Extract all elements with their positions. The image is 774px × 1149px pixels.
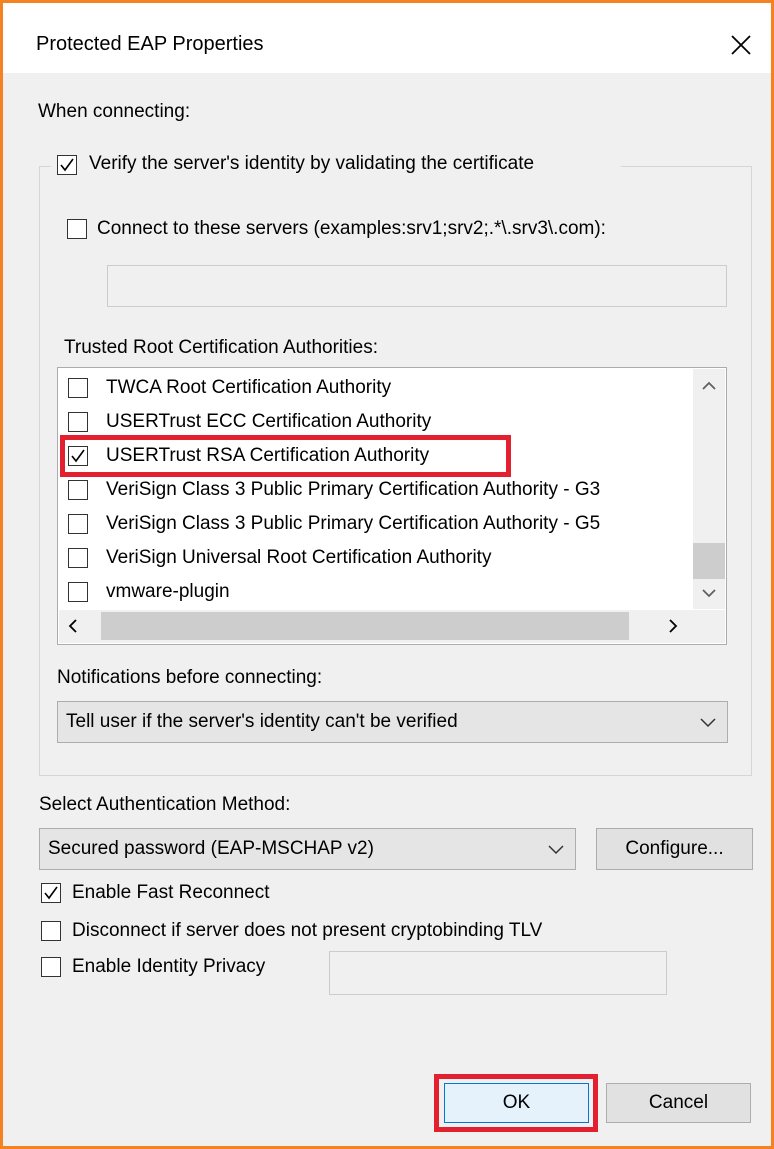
cert-checkbox[interactable]	[68, 514, 88, 534]
trusted-root-label: Trusted Root Certification Authorities:	[64, 337, 378, 358]
notifications-dropdown[interactable]: Tell user if the server's identity can't…	[57, 701, 728, 743]
cert-label: VeriSign Class 3 Public Primary Certific…	[106, 513, 601, 534]
cancel-button[interactable]: Cancel	[606, 1083, 751, 1123]
configure-button[interactable]: Configure...	[596, 828, 753, 870]
disconnect-tlv-checkbox[interactable]	[41, 921, 61, 941]
cert-label: VeriSign Universal Root Certification Au…	[106, 547, 492, 568]
list-item[interactable]: VeriSign Class 3 Public Primary Certific…	[68, 475, 698, 507]
cert-label: VeriSign Class 3 Public Primary Certific…	[106, 479, 601, 500]
notifications-label: Notifications before connecting:	[57, 667, 323, 688]
verify-server-label: Verify the server's identity by validati…	[89, 153, 535, 174]
cert-checkbox[interactable]	[68, 480, 88, 500]
close-icon	[731, 35, 751, 55]
highlight-usertrust-rsa	[60, 435, 511, 477]
cert-label: USERTrust ECC Certification Authority	[106, 411, 432, 432]
vertical-scroll-thumb[interactable]	[693, 543, 725, 579]
identity-privacy-input[interactable]	[329, 951, 667, 995]
cert-label: TWCA Root Certification Authority	[106, 377, 392, 398]
list-item[interactable]: TWCA Root Certification Authority	[68, 373, 698, 405]
cert-checkbox[interactable]	[68, 548, 88, 568]
fast-reconnect-checkbox[interactable]	[41, 883, 61, 903]
list-item[interactable]: vmware-plugin	[68, 577, 698, 609]
title-bar: Protected EAP Properties	[3, 3, 771, 73]
cert-listbox[interactable]: TWCA Root Certification Authority USERTr…	[57, 367, 727, 645]
disconnect-tlv-label: Disconnect if server does not present cr…	[72, 920, 543, 941]
checkmark-icon	[44, 886, 58, 900]
dialog-title: Protected EAP Properties	[36, 33, 264, 55]
list-item[interactable]: VeriSign Universal Root Certification Au…	[68, 543, 698, 575]
notifications-value: Tell user if the server's identity can't…	[66, 711, 458, 732]
scroll-right-icon[interactable]	[667, 618, 679, 634]
identity-privacy-label: Enable Identity Privacy	[72, 956, 266, 977]
connect-servers-checkbox[interactable]	[67, 219, 87, 239]
verify-server-checkbox[interactable]	[57, 155, 77, 175]
cert-checkbox[interactable]	[68, 378, 88, 398]
list-item[interactable]: VeriSign Class 3 Public Primary Certific…	[68, 509, 698, 541]
cert-checkbox[interactable]	[68, 412, 88, 432]
auth-method-value: Secured password (EAP-MSCHAP v2)	[48, 838, 374, 859]
connect-servers-label: Connect to these servers (examples:srv1;…	[97, 218, 606, 239]
close-button[interactable]	[721, 25, 761, 65]
servers-input[interactable]	[107, 265, 727, 307]
highlight-ok-button	[434, 1074, 598, 1132]
checkmark-icon	[60, 158, 74, 172]
scroll-up-icon[interactable]	[701, 380, 717, 392]
scroll-left-icon[interactable]	[67, 618, 79, 634]
cert-label: vmware-plugin	[106, 581, 230, 602]
identity-privacy-checkbox[interactable]	[41, 957, 61, 977]
when-connecting-label: When connecting:	[38, 101, 191, 122]
chevron-down-icon	[700, 718, 716, 728]
auth-method-label: Select Authentication Method:	[39, 794, 291, 815]
cert-checkbox[interactable]	[68, 582, 88, 602]
dialog-window: Protected EAP Properties When connecting…	[0, 0, 774, 1149]
auth-method-dropdown[interactable]: Secured password (EAP-MSCHAP v2)	[39, 828, 576, 870]
scroll-down-icon[interactable]	[701, 587, 717, 599]
fast-reconnect-label: Enable Fast Reconnect	[72, 882, 270, 903]
chevron-down-icon	[548, 845, 564, 855]
horizontal-scroll-thumb[interactable]	[101, 612, 629, 640]
